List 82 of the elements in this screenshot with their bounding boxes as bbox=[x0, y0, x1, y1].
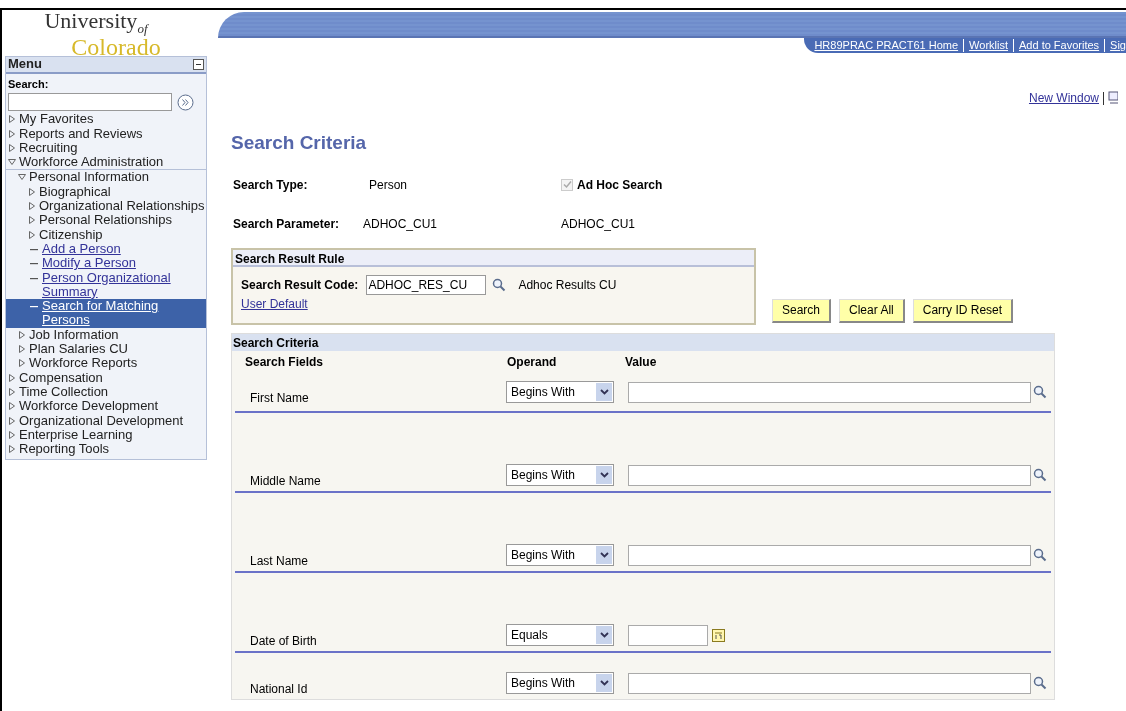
nav-link[interactable]: Sig bbox=[1110, 37, 1126, 54]
menu-title: Menu bbox=[8, 57, 42, 72]
operand-dropdown[interactable]: Begins With bbox=[506, 380, 614, 403]
menu-folder[interactable]: Workforce Administration bbox=[19, 155, 164, 170]
menu-folder[interactable]: Compensation bbox=[19, 370, 103, 385]
menu-folder[interactable]: Enterprise Learning bbox=[19, 427, 133, 443]
chevron-down-icon bbox=[599, 471, 609, 478]
field-value: ADHOC_CU1 bbox=[363, 215, 438, 233]
field-description: ADHOC_CU1 bbox=[561, 215, 635, 233]
result-code-field[interactable]: ADHOC_RES_CU bbox=[366, 274, 487, 295]
menu-link[interactable]: Person Organizational Summary bbox=[42, 270, 206, 300]
menu-folder[interactable]: Workforce Development bbox=[19, 399, 159, 414]
code-description: Adhoc Results CU bbox=[518, 276, 617, 294]
nav-link[interactable]: Add to Favorites bbox=[1019, 37, 1100, 54]
operand-dropdown[interactable]: Begins With bbox=[506, 463, 614, 486]
menu-folder[interactable]: Personal Relationships bbox=[39, 213, 172, 228]
university-logo: University$_{of}$ Colorado bbox=[43, 10, 162, 56]
value-field[interactable] bbox=[628, 381, 1031, 403]
menu-folder[interactable]: Organizational Relationships bbox=[39, 199, 205, 214]
field-label: Search Type: bbox=[233, 176, 309, 194]
chevron-down-icon bbox=[599, 551, 609, 558]
field-label: Middle Name bbox=[250, 472, 322, 490]
user-default-link[interactable]: User Default bbox=[241, 294, 754, 313]
date-field[interactable] bbox=[628, 624, 708, 646]
action-button[interactable]: Search bbox=[772, 298, 832, 323]
column-header: Value bbox=[625, 353, 657, 371]
value-field[interactable] bbox=[628, 672, 1031, 694]
page-title: Search Criteria bbox=[231, 131, 368, 155]
menu-folder[interactable]: Time Collection bbox=[19, 384, 109, 400]
operand-dropdown[interactable]: Begins With bbox=[506, 671, 614, 694]
field-label: Date of Birth bbox=[250, 632, 318, 650]
dash-icon bbox=[30, 263, 38, 266]
dash-icon bbox=[30, 277, 38, 280]
menu-link[interactable]: Add a Person bbox=[42, 241, 121, 257]
menu-folder[interactable]: Biographical bbox=[39, 184, 111, 200]
chevron-down-icon bbox=[599, 679, 609, 686]
search-icon[interactable] bbox=[492, 277, 507, 292]
menu-folder[interactable]: Organizational Development bbox=[19, 413, 184, 428]
menu-folder[interactable]: Reports and Reviews bbox=[19, 126, 143, 141]
menu-link[interactable]: Modify a Person bbox=[42, 256, 136, 271]
field-label: Search Result Code: bbox=[241, 276, 359, 294]
menu-folder[interactable]: Personal Information bbox=[29, 170, 149, 185]
new-window-link[interactable]: New Window bbox=[1028, 89, 1099, 107]
calendar-icon[interactable] bbox=[712, 628, 725, 642]
action-button[interactable]: Carry ID Reset bbox=[912, 298, 1014, 323]
go-icon[interactable] bbox=[177, 93, 194, 111]
section-title: Search Criteria bbox=[232, 333, 1054, 351]
search-label: Search: bbox=[8, 78, 49, 90]
menu-folder[interactable]: Reporting Tools bbox=[19, 442, 110, 457]
menu-folder[interactable]: My Favorites bbox=[19, 112, 94, 127]
value-field[interactable] bbox=[628, 464, 1031, 486]
menu-folder[interactable]: Citizenship bbox=[39, 227, 103, 242]
operand-dropdown[interactable]: Begins With bbox=[506, 543, 614, 566]
chevron-down-icon bbox=[599, 631, 609, 638]
field-label: Search Parameter: bbox=[233, 215, 341, 233]
menu-search-field[interactable] bbox=[8, 93, 172, 112]
section-title: Search Result Rule bbox=[233, 249, 754, 267]
help-icon[interactable] bbox=[1108, 91, 1118, 105]
chevron-down-icon bbox=[599, 388, 609, 395]
search-icon[interactable] bbox=[1033, 676, 1047, 690]
column-header: Search Fields bbox=[245, 353, 325, 371]
menu-folder[interactable]: Recruiting bbox=[19, 140, 78, 156]
menu-folder[interactable]: Plan Salaries CU bbox=[29, 342, 128, 357]
search-icon[interactable] bbox=[1033, 468, 1047, 482]
action-button[interactable]: Clear All bbox=[839, 298, 905, 323]
operand-dropdown[interactable]: Equals bbox=[506, 623, 614, 646]
search-icon[interactable] bbox=[1033, 385, 1047, 399]
column-header: Operand bbox=[507, 353, 558, 371]
menu-folder[interactable]: Job Information bbox=[29, 327, 119, 343]
field-value: Person bbox=[369, 176, 409, 194]
nav-link[interactable]: Worklist bbox=[969, 37, 1008, 54]
search-icon[interactable] bbox=[1033, 548, 1047, 562]
field-label: First Name bbox=[250, 389, 310, 407]
collapse-icon[interactable] bbox=[193, 59, 204, 70]
value-field[interactable] bbox=[628, 544, 1031, 566]
field-label: National Id bbox=[250, 680, 309, 698]
nav-link[interactable]: HR89PRAC PRACT61 Home bbox=[814, 37, 959, 54]
dash-icon bbox=[30, 248, 38, 251]
dash-icon bbox=[30, 306, 38, 309]
field-label: Last Name bbox=[250, 552, 310, 570]
checkbox-label: Ad Hoc Search bbox=[577, 176, 663, 194]
menu-folder[interactable]: Workforce Reports bbox=[29, 356, 138, 371]
